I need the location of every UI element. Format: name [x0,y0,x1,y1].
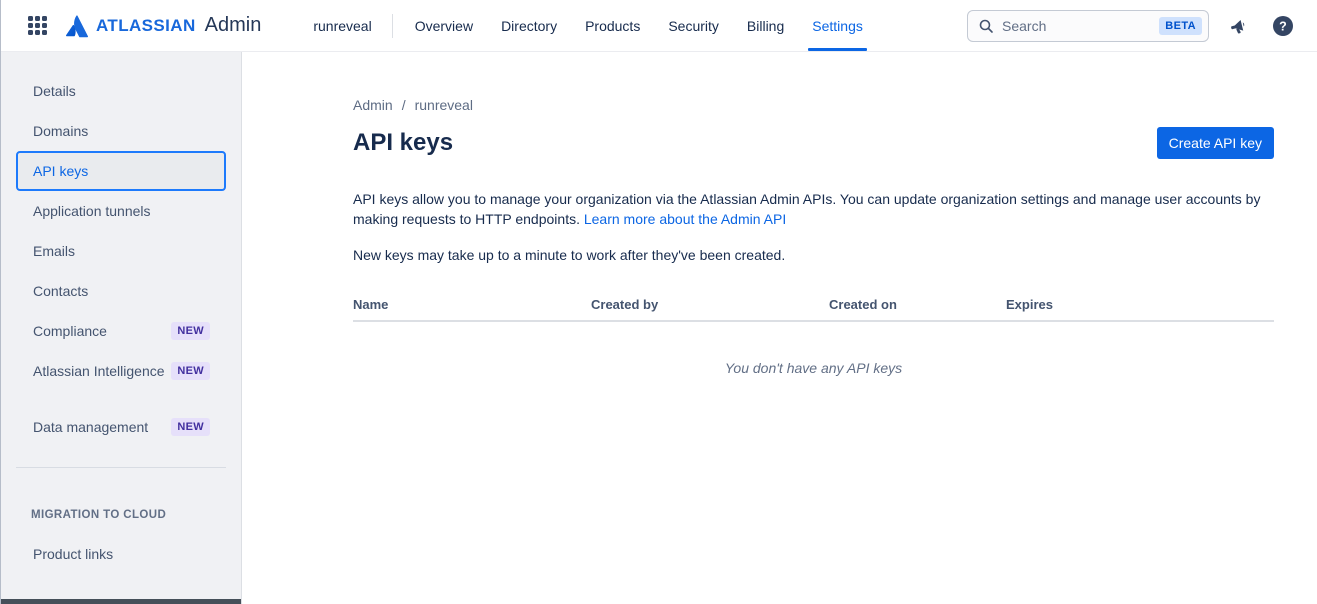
api-keys-table: Name Created by Created on Expires You d… [353,297,1274,376]
app-switcher-icon [28,16,47,35]
app-switcher-button[interactable] [23,12,51,40]
nav-products[interactable]: Products [571,0,654,51]
breadcrumb-separator: / [402,97,406,113]
sidebar-item-details[interactable]: Details [16,71,226,111]
settings-sidebar: Details Domains API keys Application tun… [1,52,242,604]
create-api-key-button[interactable]: Create API key [1157,127,1274,159]
sidebar-item-atlassian-intelligence[interactable]: Atlassian Intelligence NEW [16,351,226,391]
org-switcher[interactable]: runreveal [301,18,383,34]
sidebar-item-compliance[interactable]: Compliance NEW [16,311,226,351]
header-actions: Search BETA ? [967,10,1297,42]
top-navigation: runreveal Overview Directory Products Se… [301,0,877,51]
new-badge: NEW [171,362,210,380]
help-button[interactable]: ? [1269,12,1297,40]
main-content: Admin / runreveal API keys Create API ke… [242,52,1317,604]
page-title: API keys [353,129,453,157]
beta-badge: BETA [1159,17,1202,35]
nav-directory[interactable]: Directory [487,0,571,51]
column-header-expires: Expires [1006,297,1274,320]
search-placeholder: Search [1002,18,1151,34]
help-icon: ? [1272,15,1294,37]
column-header-created-on: Created on [829,297,1006,320]
new-badge: NEW [171,418,210,436]
sidebar-item-api-keys[interactable]: API keys [16,151,226,191]
breadcrumb-runreveal[interactable]: runreveal [415,97,473,113]
search-input[interactable]: Search BETA [967,10,1209,42]
breadcrumb-admin[interactable]: Admin [353,97,393,113]
table-header-row: Name Created by Created on Expires [353,297,1274,320]
product-name: Admin [205,14,262,37]
nav-divider [392,14,393,38]
sidebar-group-gap [1,391,241,407]
atlassian-admin-logo[interactable]: ATLASSIAN Admin [65,14,261,38]
description-paragraph: API keys allow you to manage your organi… [353,189,1274,229]
nav-security[interactable]: Security [654,0,733,51]
svg-text:?: ? [1279,19,1287,33]
search-icon [978,18,994,34]
description-text: API keys allow you to manage your organi… [353,191,1260,227]
learn-more-link[interactable]: Learn more about the Admin API [584,211,786,227]
empty-state-message: You don't have any API keys [353,360,1274,376]
column-header-name: Name [353,297,591,320]
sidebar-section-heading: MIGRATION TO CLOUD [31,509,241,521]
top-header: ATLASSIAN Admin runreveal Overview Direc… [1,0,1317,52]
megaphone-icon [1229,16,1249,36]
sidebar-item-emails[interactable]: Emails [16,231,226,271]
sidebar-item-contacts[interactable]: Contacts [16,271,226,311]
nav-billing[interactable]: Billing [733,0,798,51]
new-badge: NEW [171,322,210,340]
atlassian-logo-icon [65,14,89,38]
sidebar-item-domains[interactable]: Domains [16,111,226,151]
announcements-button[interactable] [1225,12,1253,40]
sidebar-item-application-tunnels[interactable]: Application tunnels [16,191,226,231]
sidebar-divider [16,467,226,468]
nav-overview[interactable]: Overview [401,0,487,51]
column-header-created-by: Created by [591,297,829,320]
nav-settings[interactable]: Settings [798,0,877,51]
sidebar-item-product-links[interactable]: Product links [16,534,226,574]
table-header-divider [353,320,1274,322]
sidebar-bottom-bar [1,599,241,604]
note-paragraph: New keys may take up to a minute to work… [353,245,1274,265]
brand-name: ATLASSIAN [96,16,196,36]
breadcrumb: Admin / runreveal [353,97,1274,113]
sidebar-item-data-management[interactable]: Data management NEW [16,407,226,447]
